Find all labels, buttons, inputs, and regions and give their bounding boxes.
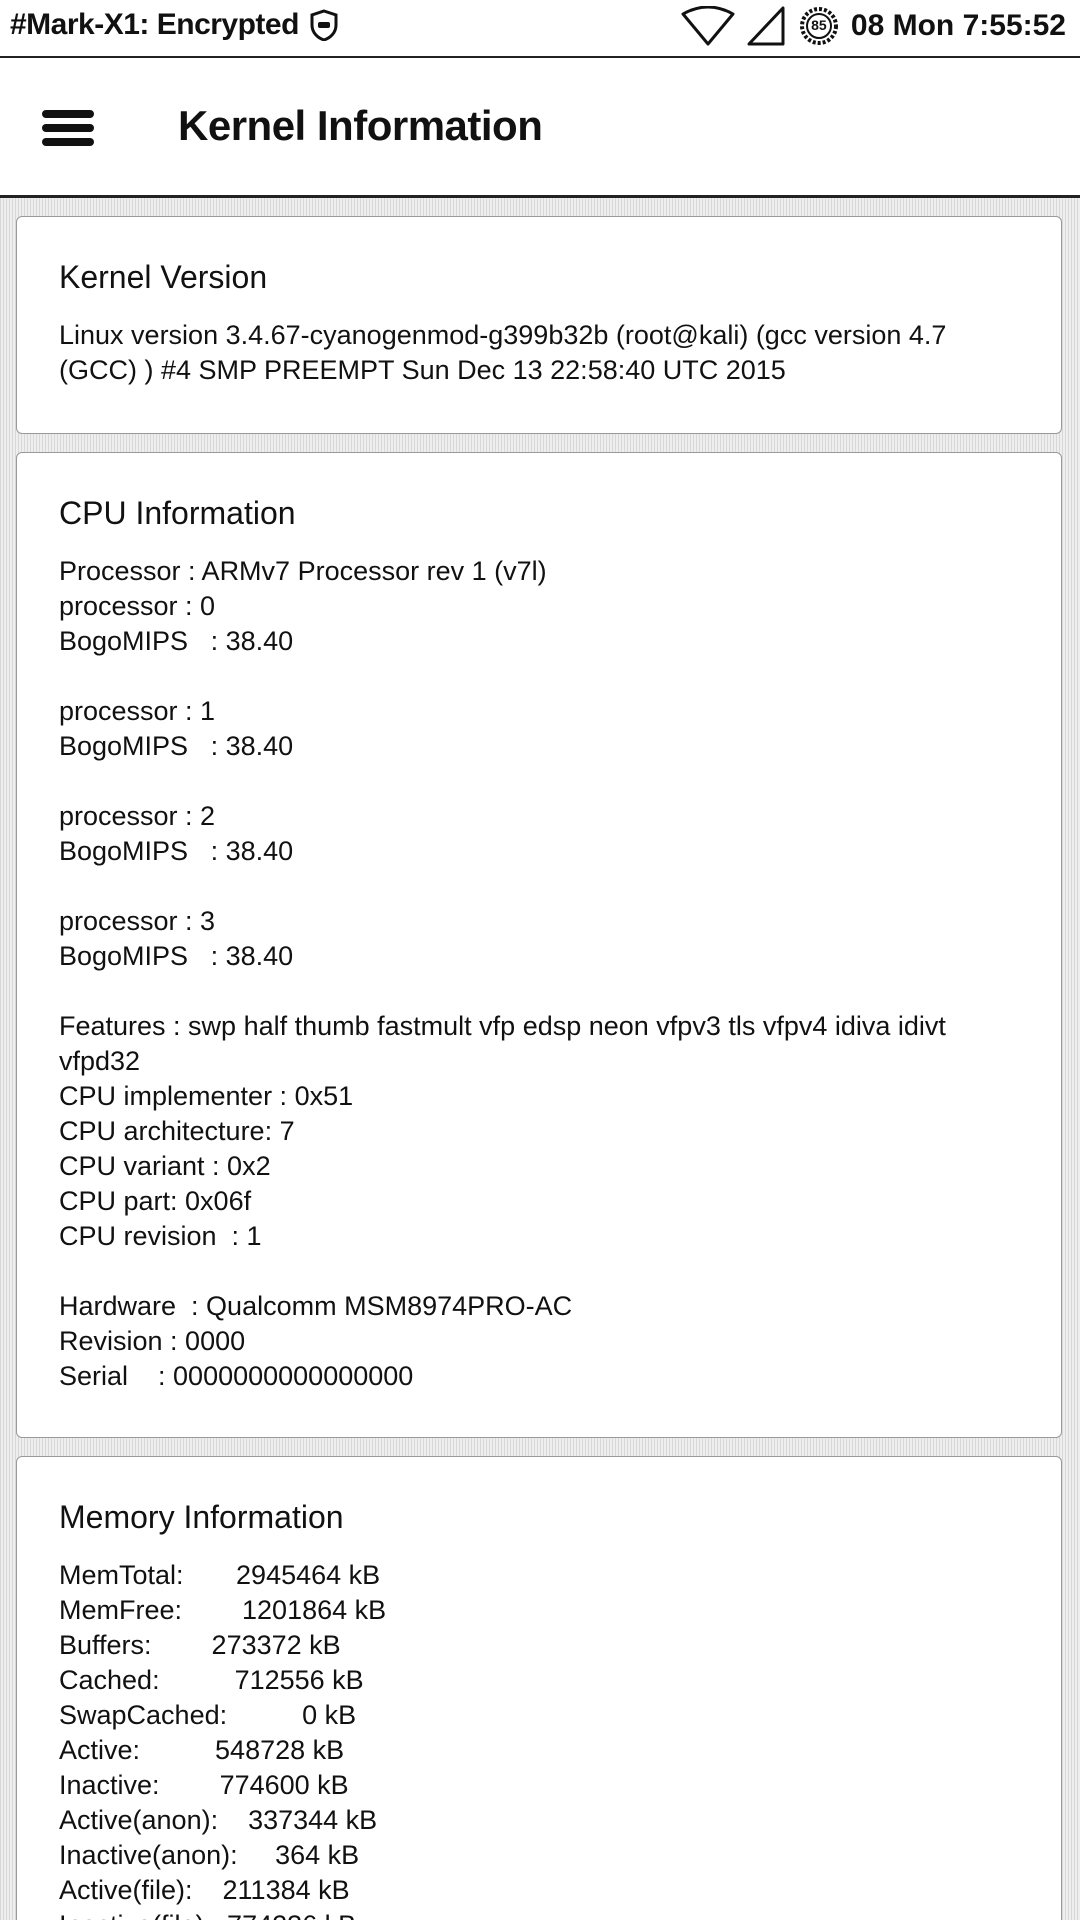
info-line: Hardware : Qualcomm MSM8974PRO-AC [59,1291,573,1321]
wifi-icon [681,6,735,46]
kernel-version-text: Linux version 3.4.67-cyanogenmod-g399b32… [59,320,947,385]
cpu-information-card: CPU Information Processor : ARMv7 Proces… [16,452,1062,1438]
info-line: Revision : 0000 [59,1326,246,1356]
info-line: MemTotal: 2945464 kB [59,1560,381,1590]
memory-information-title: Memory Information [59,1499,344,1535]
info-line: CPU variant : 0x2 [59,1151,271,1181]
cpu-information-title: CPU Information [59,495,296,531]
app-bar: Kernel Information [0,58,1080,198]
info-line: Buffers: 273372 kB [59,1630,341,1660]
shield-icon [309,9,339,41]
info-line: Processor : ARMv7 Processor rev 1 (v7l) [59,556,547,586]
carrier-text: #Mark-X1: Encrypted [10,8,299,41]
info-line: processor : 0 [59,591,216,621]
info-line: Features : swp half thumb fastmult vfp e… [59,1011,946,1076]
info-line: processor : 2 [59,801,216,831]
info-line: MemFree: 1201864 kB [59,1595,387,1625]
info-line: BogoMIPS : 38.40 [59,836,294,866]
info-line: Inactive: 774600 kB [59,1770,349,1800]
kernel-version-card: Kernel Version Linux version 3.4.67-cyan… [16,216,1062,434]
battery-level: 85 [811,17,827,33]
info-line: BogoMIPS : 38.40 [59,626,294,656]
info-line: CPU revision : 1 [59,1221,262,1251]
info-line: Inactive(file): 774236 kB [59,1908,1019,1920]
info-line: processor : 1 [59,696,216,726]
info-line: CPU part: 0x06f [59,1186,252,1216]
battery-icon: 85 [799,6,839,46]
page-title: Kernel Information [178,102,543,149]
info-line: CPU implementer : 0x51 [59,1081,354,1111]
memory-information-card: Memory Information MemTotal: 2945464 kB M… [16,1456,1062,1920]
info-line: Inactive(anon): 364 kB [59,1840,360,1870]
signal-icon [747,6,787,46]
info-line: CPU architecture: 7 [59,1116,295,1146]
content-scroll-area[interactable]: Kernel Version Linux version 3.4.67-cyan… [0,198,1080,1920]
status-left: #Mark-X1: Encrypted [10,8,339,42]
memory-information-lines: MemTotal: 2945464 kB MemFree: 1201864 kB B… [59,1558,1019,1920]
status-right: 85 08 Mon 7:55:52 [681,6,1066,46]
cpu-information-lines: Processor : ARMv7 Processor rev 1 (v7l) p… [59,554,1019,1394]
info-line: Cached: 712556 kB [59,1665,364,1695]
menu-button[interactable] [40,108,96,148]
status-bar: #Mark-X1: Encrypted 85 08 Mon 7:55:52 [0,0,1080,58]
info-line: Serial : 0000000000000000 [59,1361,414,1391]
info-line: SwapCached: 0 kB [59,1700,357,1730]
info-line: BogoMIPS : 38.40 [59,941,294,971]
info-line: processor : 3 [59,906,216,936]
info-line: BogoMIPS : 38.40 [59,731,294,761]
clock: 08 Mon 7:55:52 [850,9,1066,42]
kernel-version-title: Kernel Version [59,259,268,295]
hamburger-menu-icon [40,108,96,148]
info-line: Active(file): 211384 kB [59,1875,350,1905]
info-line: Active: 548728 kB [59,1735,345,1765]
info-line: Active(anon): 337344 kB [59,1805,378,1835]
